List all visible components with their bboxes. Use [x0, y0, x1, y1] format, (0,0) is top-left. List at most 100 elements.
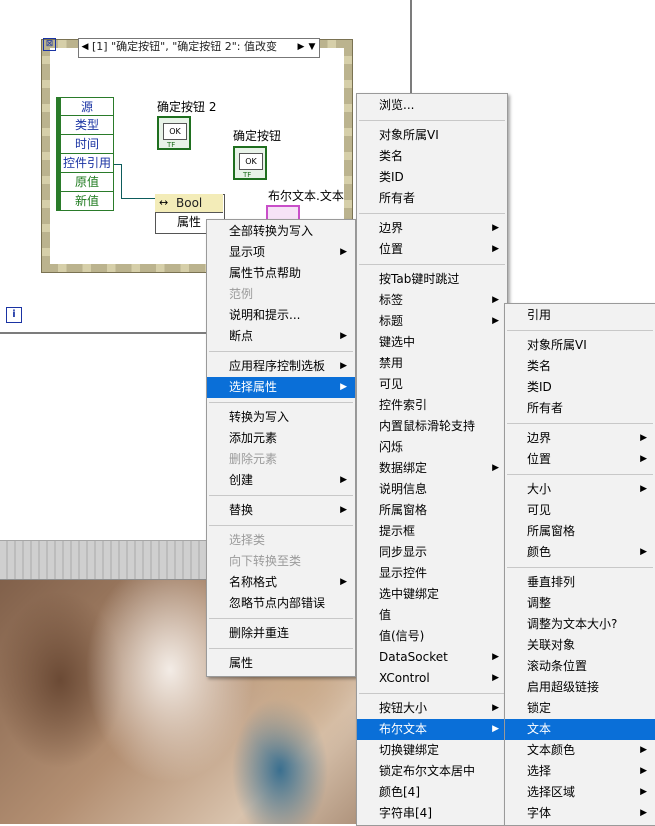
menu-item[interactable]: 显示控件 — [357, 563, 507, 584]
menu-item[interactable]: DataSocket ▶ — [357, 647, 507, 668]
event-data-newval[interactable]: 新值 — [56, 192, 114, 211]
event-data-ctlref[interactable]: 控件引用 — [56, 154, 114, 173]
menu-item-label: 禁用 — [379, 356, 404, 370]
ok-button-2-terminal[interactable]: OK TF — [157, 116, 191, 150]
menu-item-label: 调整为文本大小? — [527, 617, 618, 631]
menu-item[interactable]: 内置鼠标滑轮支持 — [357, 416, 507, 437]
event-case-label[interactable]: [1] "确定按钮", "确定按钮 2": 值改变 — [92, 39, 300, 55]
event-data-source[interactable]: 源 — [56, 97, 114, 116]
menu-item[interactable]: 可见 — [357, 374, 507, 395]
menu-item[interactable]: 垂直排列 — [505, 572, 655, 593]
menu-item[interactable]: 值 — [357, 605, 507, 626]
menu-item[interactable]: 类ID — [357, 167, 507, 188]
reference-wire[interactable] — [121, 164, 122, 198]
menu-item[interactable]: 类名 — [505, 356, 655, 377]
menu-item[interactable]: 说明信息 — [357, 479, 507, 500]
menu-item[interactable]: 属性 — [207, 653, 355, 674]
menu-item[interactable]: 布尔文本 ▶ — [357, 719, 507, 740]
menu-item[interactable]: 忽略节点内部错误 — [207, 593, 355, 614]
menu-item[interactable]: 对象所属VI — [505, 335, 655, 356]
menu-item[interactable]: 提示框 — [357, 521, 507, 542]
menu-item[interactable]: 应用程序控制选板 ▶ — [207, 356, 355, 377]
menu-item[interactable]: 值(信号) — [357, 626, 507, 647]
menu-item[interactable]: 颜色[4] — [357, 782, 507, 803]
menu-item[interactable]: 所属窗格 — [505, 521, 655, 542]
menu-item[interactable]: 闪烁 — [357, 437, 507, 458]
menu-item[interactable]: 切换键绑定 — [357, 740, 507, 761]
menu-separator — [209, 618, 353, 619]
menu-item[interactable]: 滚动条位置 — [505, 656, 655, 677]
menu-item[interactable]: 全部转换为写入 — [207, 221, 355, 242]
menu-item[interactable]: 选中键绑定 — [357, 584, 507, 605]
menu-item[interactable]: 边界 ▶ — [505, 428, 655, 449]
menu-item[interactable]: 可见 — [505, 500, 655, 521]
menu-item[interactable]: 浏览... — [357, 95, 507, 116]
menu-item[interactable]: 显示项 ▶ — [207, 242, 355, 263]
menu-item-label: XControl — [379, 671, 430, 685]
menu-item[interactable]: 位置 ▶ — [357, 239, 507, 260]
menu-item[interactable]: 边界 ▶ — [357, 218, 507, 239]
submenu-arrow-icon: ▶ — [340, 331, 347, 341]
bool-text-submenu: 引用 对象所属VI 类名 类ID 所有者 边界 ▶ 位置 ▶ 大小 ▶ 可见 所属窗格 颜色 ▶ 垂直排列 调整… — [504, 303, 655, 826]
menu-item[interactable]: 所有者 — [357, 188, 507, 209]
menu-item[interactable]: 添加元素 — [207, 428, 355, 449]
menu-item[interactable]: 字体 ▶ — [505, 803, 655, 824]
menu-item[interactable]: 调整为文本大小? — [505, 614, 655, 635]
menu-item[interactable]: 位置 ▶ — [505, 449, 655, 470]
menu-item[interactable]: 对象所属VI — [357, 125, 507, 146]
menu-item[interactable]: 按钮大小 ▶ — [357, 698, 507, 719]
submenu-arrow-icon: ▶ — [340, 577, 347, 587]
event-data-node[interactable]: 源 类型 时间 控件引用 原值 新值 — [56, 97, 114, 211]
menu-item[interactable]: 锁定布尔文本居中 — [357, 761, 507, 782]
menu-item[interactable]: 文本颜色 ▶ — [505, 740, 655, 761]
menu-item[interactable]: 说明和提示... — [207, 305, 355, 326]
menu-item[interactable]: 锁定 — [505, 698, 655, 719]
menu-item[interactable]: 引用 — [505, 305, 655, 326]
case-next-icon[interactable]: ▶ — [296, 39, 306, 55]
event-data-type[interactable]: 类型 — [56, 116, 114, 135]
menu-item[interactable]: 名称格式 ▶ — [207, 572, 355, 593]
menu-item[interactable]: 文本 — [505, 719, 655, 740]
menu-item[interactable]: 断点 ▶ — [207, 326, 355, 347]
menu-item[interactable]: 类名 — [357, 146, 507, 167]
menu-item[interactable]: 标题 ▶ — [357, 311, 507, 332]
menu-item[interactable]: 颜色 ▶ — [505, 542, 655, 563]
menu-item[interactable]: 按Tab键时跳过 — [357, 269, 507, 290]
menu-separator — [359, 264, 505, 265]
ok-button-terminal[interactable]: OK TF — [233, 146, 267, 180]
menu-item[interactable]: 同步显示 — [357, 542, 507, 563]
menu-item[interactable]: 字符串[4] — [357, 803, 507, 824]
menu-item[interactable]: 关联对象 — [505, 635, 655, 656]
menu-item[interactable]: 标签 ▶ — [357, 290, 507, 311]
case-prev-icon[interactable]: ◀ — [80, 39, 90, 55]
info-icon[interactable]: i — [6, 307, 22, 323]
menu-item[interactable]: 所有者 — [505, 398, 655, 419]
menu-item-label: 内置鼠标滑轮支持 — [379, 419, 476, 433]
reference-wire[interactable] — [121, 198, 156, 199]
menu-item[interactable]: 大小 ▶ — [505, 479, 655, 500]
case-dropdown-icon[interactable]: ▼ — [307, 39, 317, 55]
menu-item-label: 锁定布尔文本居中 — [379, 764, 476, 778]
menu-item[interactable]: 创建 ▶ — [207, 470, 355, 491]
menu-item[interactable]: 转换为写入 — [207, 407, 355, 428]
menu-item[interactable]: XControl ▶ — [357, 668, 507, 689]
menu-item[interactable]: 键选中 — [357, 332, 507, 353]
menu-item[interactable]: 删除并重连 — [207, 623, 355, 644]
menu-separator — [507, 474, 653, 475]
menu-item[interactable]: 调整 — [505, 593, 655, 614]
menu-item[interactable]: 选择属性 ▶ — [207, 377, 355, 398]
menu-item[interactable]: 选择区域 ▶ — [505, 782, 655, 803]
event-data-time[interactable]: 时间 — [56, 135, 114, 154]
menu-item[interactable]: 所属窗格 — [357, 500, 507, 521]
menu-item[interactable]: 控件索引 — [357, 395, 507, 416]
menu-item[interactable]: 数据绑定 ▶ — [357, 458, 507, 479]
menu-item[interactable]: 类ID — [505, 377, 655, 398]
event-data-oldval[interactable]: 原值 — [56, 173, 114, 192]
menu-item[interactable]: 选择 ▶ — [505, 761, 655, 782]
menu-item[interactable]: 属性节点帮助 — [207, 263, 355, 284]
menu-separator — [359, 120, 505, 121]
menu-item[interactable]: 启用超级链接 — [505, 677, 655, 698]
event-structure-icon[interactable]: ⊠ — [43, 38, 56, 51]
menu-item[interactable]: 禁用 — [357, 353, 507, 374]
menu-item[interactable]: 替换 ▶ — [207, 500, 355, 521]
